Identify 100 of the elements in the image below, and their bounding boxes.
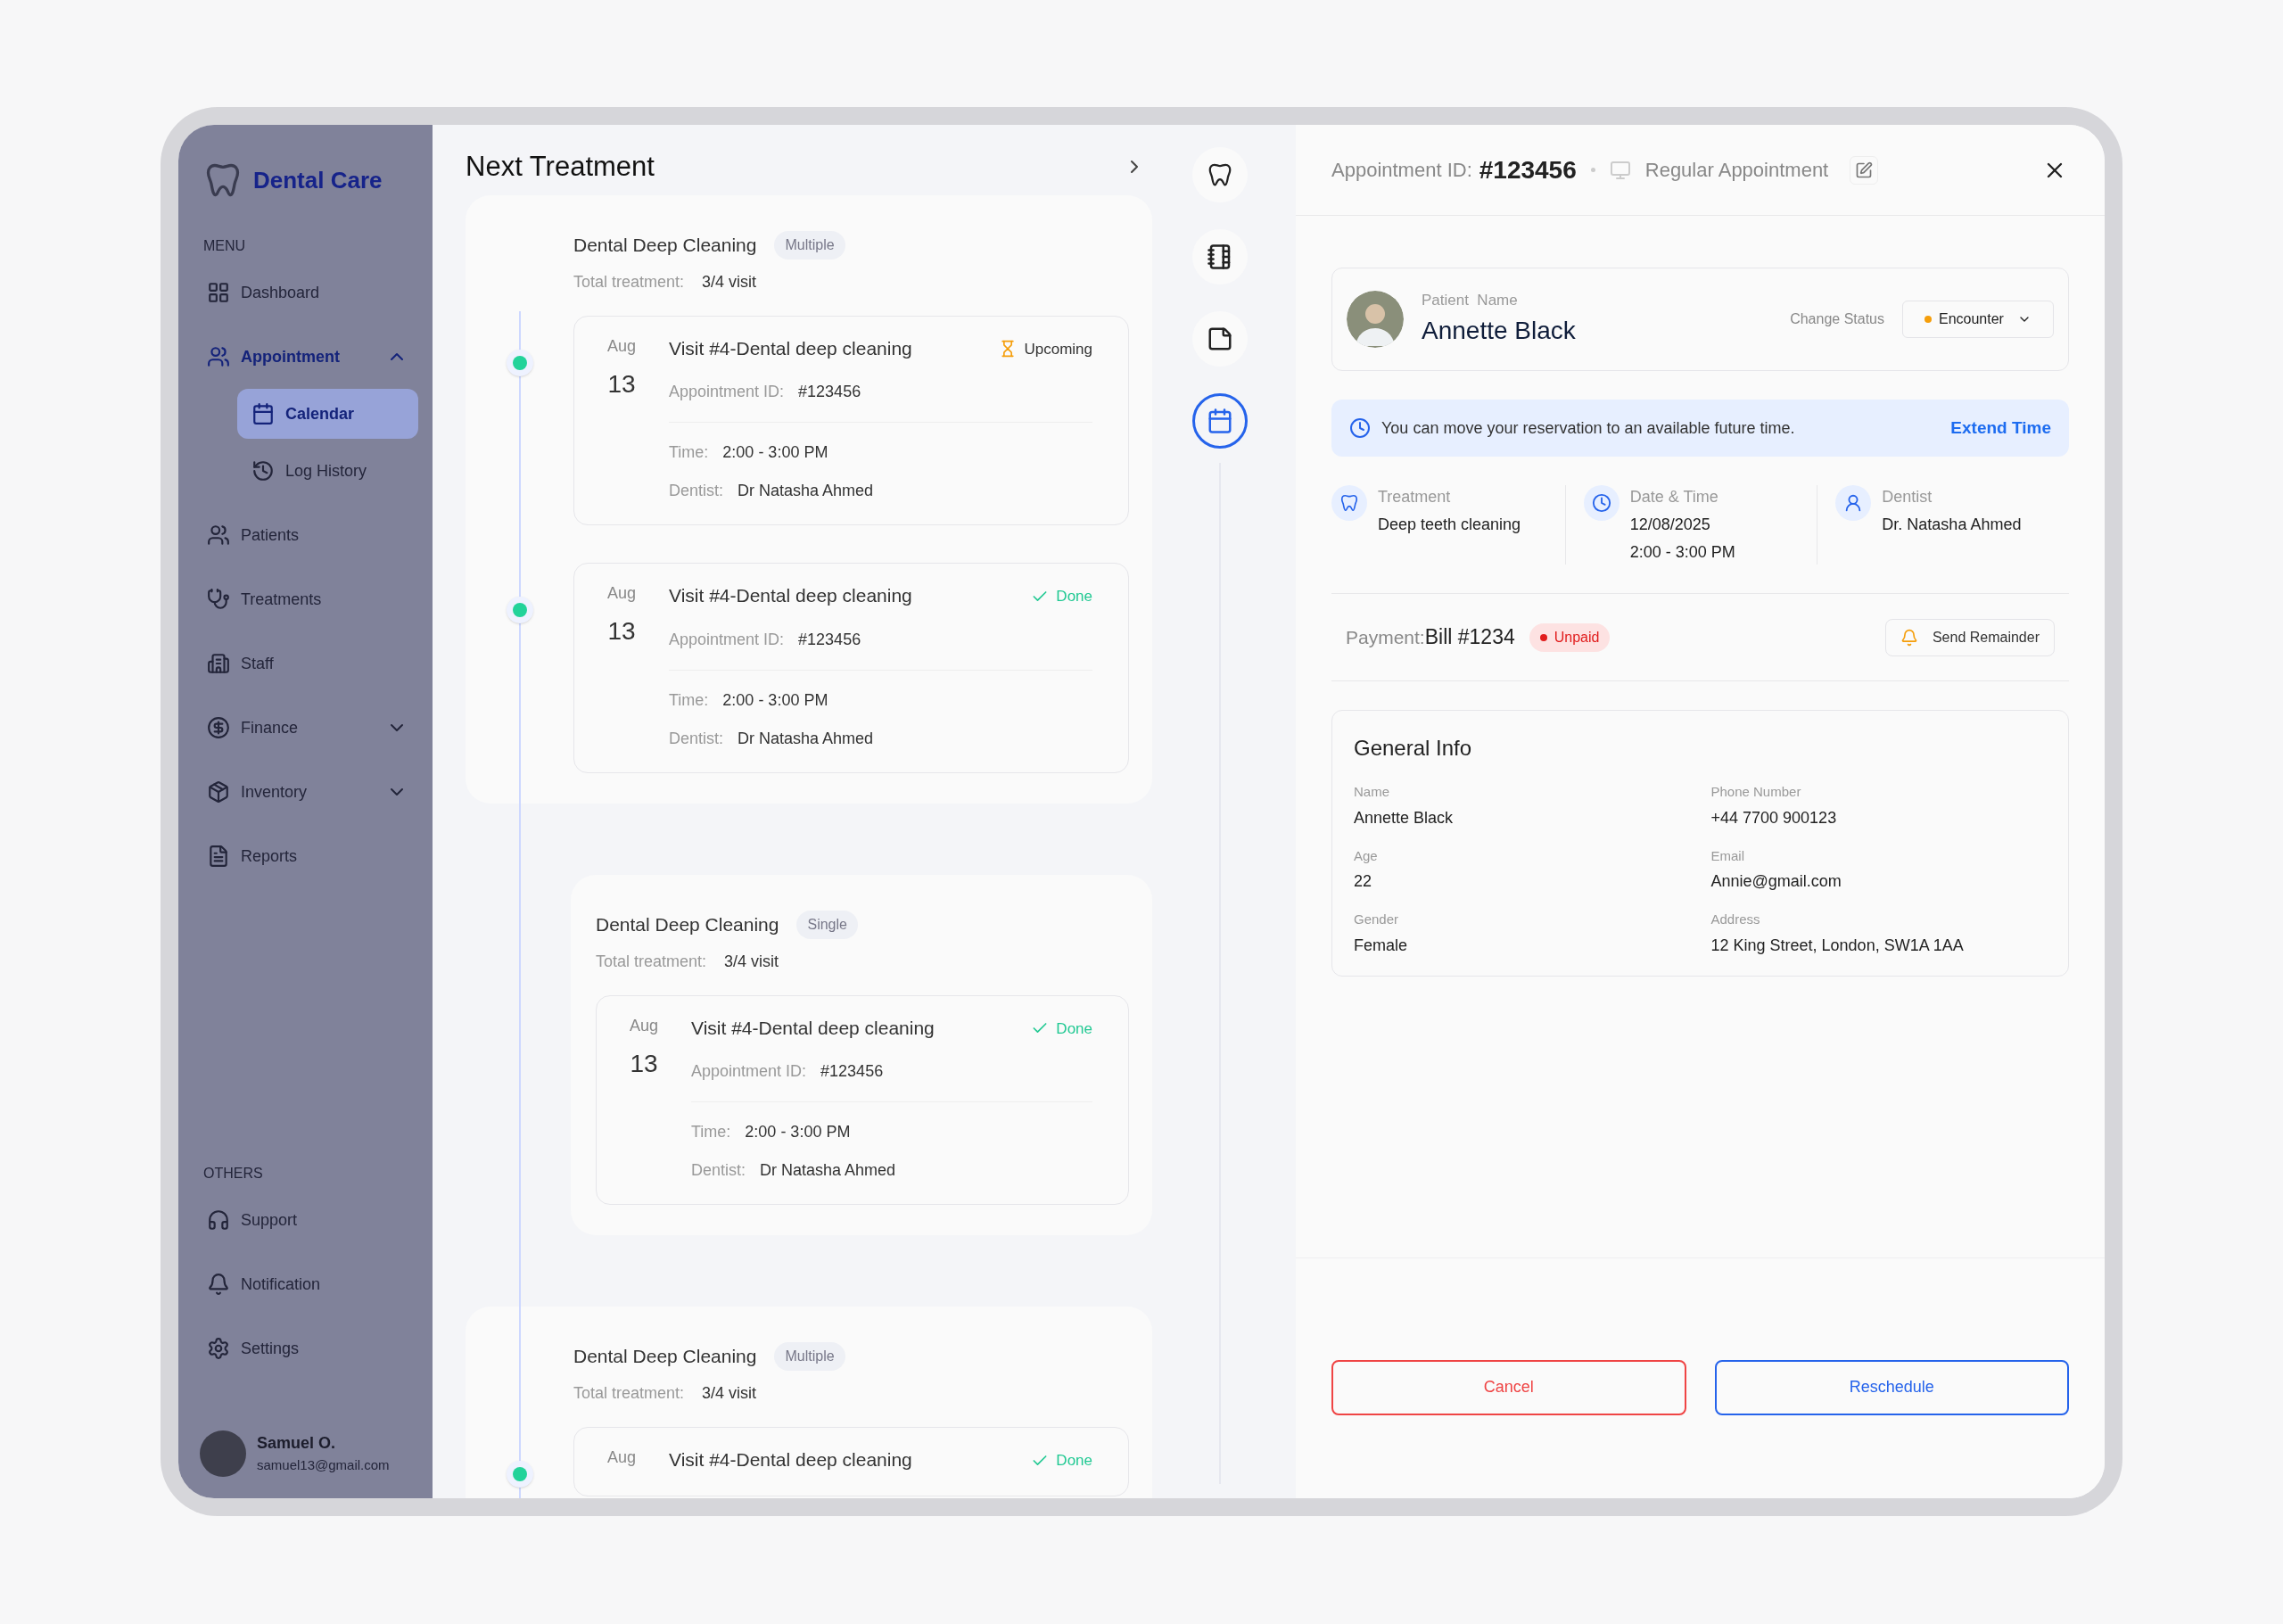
field-label: Dentist: <box>669 481 724 501</box>
info-value: Annie@gmail.com <box>1710 871 1842 892</box>
field-label: Total treatment: <box>596 951 707 972</box>
appointment-id: #123456 <box>798 629 861 650</box>
bill-number: Bill #1234 <box>1424 624 1515 651</box>
cancel-button[interactable]: Cancel <box>1331 1359 1686 1415</box>
menu-item[interactable]: Appointment <box>193 332 418 382</box>
submenu-item[interactable]: Calendar <box>237 389 418 439</box>
calendar-icon <box>1206 408 1233 434</box>
treatment-name: Dental Deep Cleaning <box>573 1345 757 1369</box>
visit-title: Visit #4-Dental deep cleaning <box>669 336 912 360</box>
menu-item[interactable]: Notification <box>193 1259 418 1309</box>
status-dropdown[interactable]: Encounter <box>1902 301 2054 338</box>
treatment-tag: Multiple <box>774 1342 845 1371</box>
calendar-icon <box>251 402 275 425</box>
treatment-name: Dental Deep Cleaning <box>573 233 757 257</box>
detail-label: Treatment <box>1378 487 1452 507</box>
users-icon <box>207 523 230 547</box>
field-label: Appointment ID: <box>691 1061 807 1082</box>
package-icon <box>207 780 230 804</box>
field-label: Appointment ID: <box>669 382 785 402</box>
menu-item[interactable]: Patients <box>193 510 418 560</box>
menu-item[interactable]: Dashboard <box>193 268 418 317</box>
clock-icon <box>1349 417 1371 439</box>
dentist-name: Dr Natasha Ahmed <box>738 728 874 749</box>
patient-name: Annette Black <box>1422 315 1576 346</box>
visit-day: 13 <box>630 1044 658 1083</box>
dentist-name: Dr Natasha Ahmed <box>738 481 874 501</box>
edit-icon <box>1855 161 1874 179</box>
extend-time-link[interactable]: Extend Time <box>1950 415 2051 441</box>
headphones-icon <box>207 1208 230 1232</box>
status-label: Upcoming <box>1024 339 1092 359</box>
building-icon <box>207 652 230 675</box>
monitor-icon <box>1609 159 1631 181</box>
visit-day: 13 <box>607 365 636 403</box>
visit-title: Visit #4-Dental deep cleaning <box>691 1016 935 1040</box>
user-email: samuel13@gmail.com <box>257 1456 390 1475</box>
field-label: Time: <box>691 1122 731 1142</box>
history-icon <box>251 459 275 482</box>
detail-value: Deep teeth cleaning <box>1378 515 1521 535</box>
bell-icon <box>207 1273 230 1296</box>
patient-name-label: Patient Name <box>1422 291 1519 311</box>
info-value: 22 <box>1354 871 1373 892</box>
submenu-item[interactable]: Log History <box>237 446 418 496</box>
visit-time: 2:00 - 3:00 PM <box>745 1122 851 1142</box>
reschedule-button[interactable]: Reschedule <box>1714 1359 2069 1415</box>
menu-item[interactable]: Treatments <box>193 574 418 624</box>
visit-time: 2:00 - 3:00 PM <box>722 442 828 463</box>
appointment-id: #123456 <box>820 1061 884 1082</box>
info-label: Email <box>1710 846 1745 865</box>
card-title: General Info <box>1354 736 1472 760</box>
field-label: Time: <box>669 442 709 463</box>
field-label: Total treatment: <box>573 271 685 293</box>
users-icon <box>207 345 230 368</box>
clock-icon <box>1591 493 1611 513</box>
section-heading: OTHERS <box>202 1165 264 1183</box>
info-value: Annette Black <box>1354 807 1455 828</box>
treatment-tag: Multiple <box>774 230 845 260</box>
dollar-icon <box>207 716 230 739</box>
field-label: Dentist: <box>669 728 724 749</box>
field-label: Dentist: <box>691 1160 746 1181</box>
detail-label: Date & Time <box>1629 487 1719 507</box>
detail-value: Dr. Natasha Ahmed <box>1882 515 2022 535</box>
brand-name: Dental Care <box>253 165 383 195</box>
menu-item[interactable]: Inventory <box>193 767 418 817</box>
payment-badge: Unpaid <box>1529 622 1611 652</box>
menu-item[interactable]: Settings <box>193 1323 418 1373</box>
tooth-icon <box>1339 493 1359 513</box>
menu-item[interactable]: Staff <box>193 639 418 688</box>
settings-icon <box>207 1337 230 1360</box>
info-label: Gender <box>1354 911 1400 928</box>
menu-item[interactable]: Finance <box>193 703 418 753</box>
field-label: Time: <box>669 689 709 711</box>
visit-month: Aug <box>630 1015 658 1036</box>
treatment-name: Dental Deep Cleaning <box>596 912 779 936</box>
info-value: Female <box>1354 935 1409 956</box>
appointment-type: Regular Appointment <box>1644 158 1829 183</box>
edit-button[interactable] <box>1850 155 1879 185</box>
appointment-id: #123456 <box>1479 154 1577 185</box>
menu-item[interactable]: Support <box>193 1195 418 1245</box>
visit-title: Visit #4-Dental deep cleaning <box>669 584 912 607</box>
visit-time: 2:00 - 3:00 PM <box>722 689 828 711</box>
document-icon <box>207 845 230 868</box>
user-name: Samuel O. <box>257 1433 337 1455</box>
visit-month: Aug <box>607 1447 636 1468</box>
info-label: Phone Number <box>1710 783 1802 801</box>
total-visits: 3/4 visit <box>702 271 757 293</box>
info-value: +44 7700 900123 <box>1710 807 1838 828</box>
detail-label: Dentist <box>1882 487 1933 507</box>
stethoscope-icon <box>207 588 230 611</box>
menu-item[interactable]: Reports <box>193 831 418 881</box>
section-heading: MENU <box>202 237 247 255</box>
payment-label: Payment: <box>1346 625 1425 649</box>
total-visits: 3/4 visit <box>724 951 779 972</box>
detail-value: 2:00 - 3:00 PM <box>1629 542 1735 563</box>
change-status-label: Change Status <box>1790 310 1884 328</box>
send-reminder-button[interactable]: Send Remainder <box>1884 618 2055 656</box>
visit-day: 13 <box>607 613 636 650</box>
field-label: Total treatment: <box>573 1383 685 1404</box>
visit-month: Aug <box>607 583 636 604</box>
